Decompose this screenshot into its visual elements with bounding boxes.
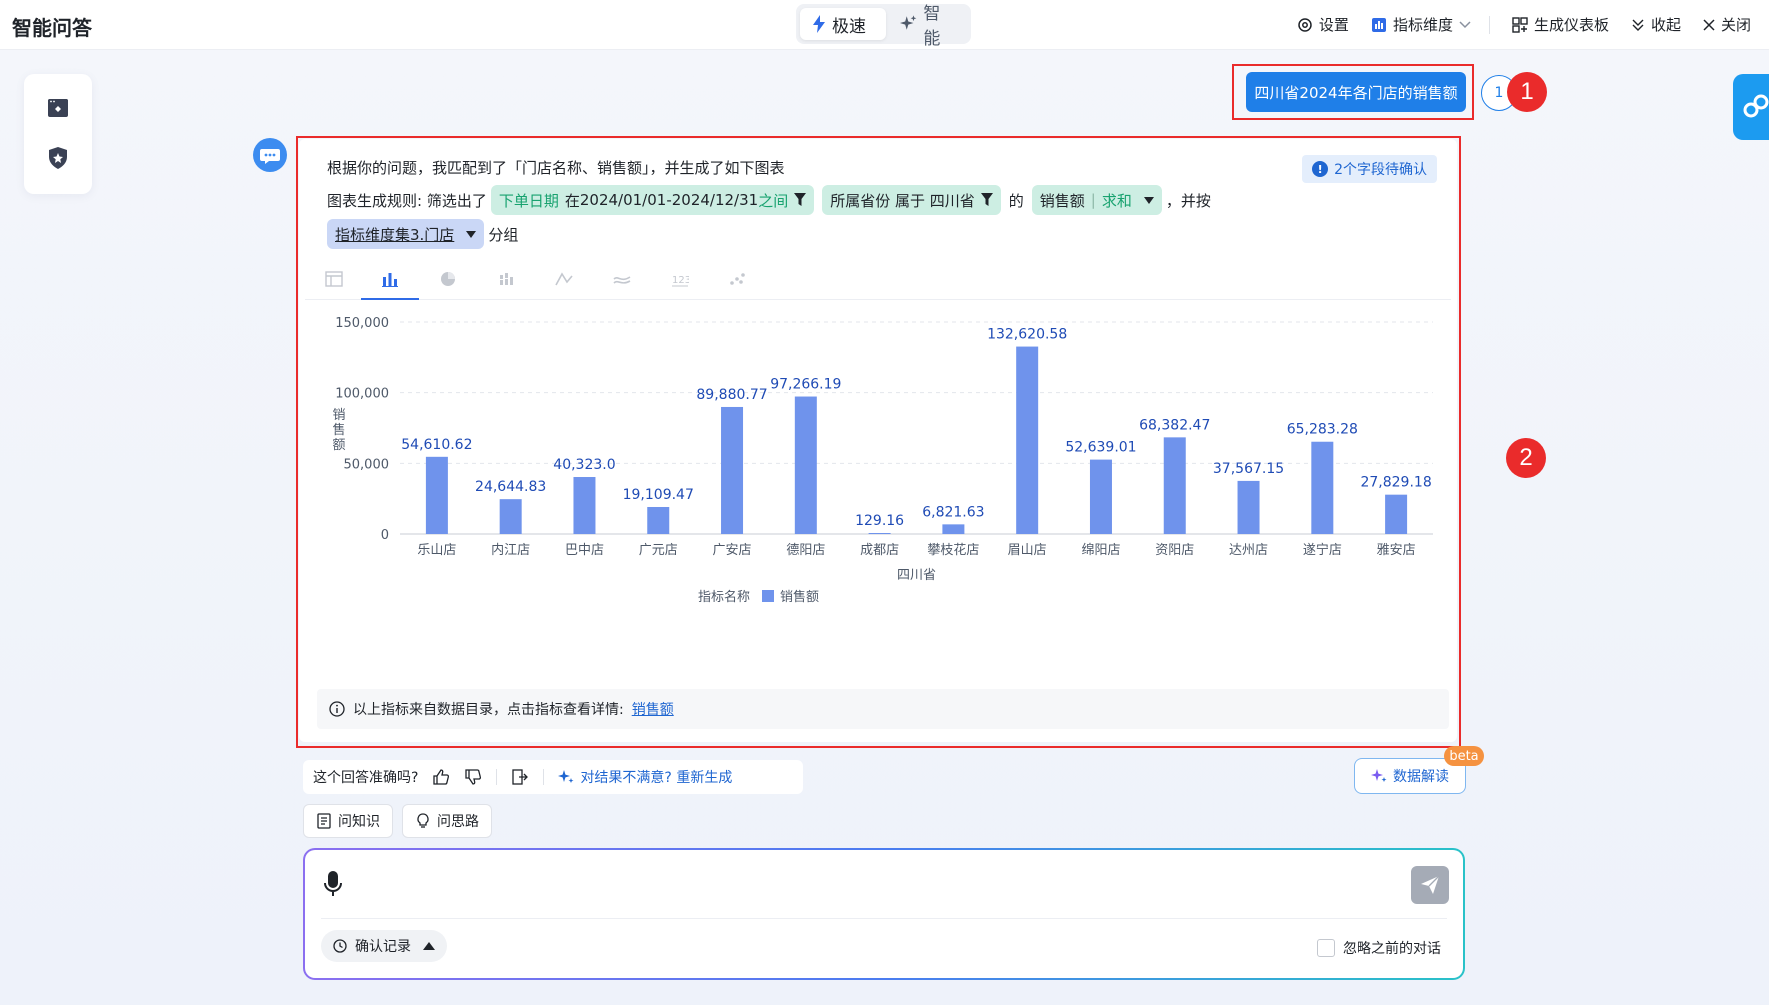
chevron-down-icon	[1459, 20, 1471, 28]
regenerate-button[interactable]: 对结果不满意? 重新生成	[558, 767, 732, 787]
confirm-record-button[interactable]: 确认记录	[321, 930, 447, 962]
annotation-badge-1: 1	[1507, 72, 1547, 112]
annotation-box-2	[296, 136, 1461, 748]
data-interpret-label: 数据解读	[1393, 769, 1449, 785]
mode-fast-button[interactable]: 极速	[800, 8, 886, 40]
sparkle-icon	[900, 15, 917, 30]
link-icon	[1743, 94, 1769, 118]
microphone-icon[interactable]	[323, 870, 343, 898]
ignore-previous-label: 忽略之前的对话	[1343, 941, 1441, 957]
top-actions: 设置 指标维度 生成仪表板 收起 关闭	[1275, 14, 1751, 35]
settings-label: 设置	[1318, 16, 1349, 34]
feedback-divider	[543, 769, 545, 785]
gear-icon	[1298, 17, 1312, 32]
caret-up-icon	[423, 942, 435, 950]
side-assistant-tab[interactable]	[1733, 74, 1769, 140]
sparkle-icon	[1371, 769, 1387, 782]
thumbs-down-icon[interactable]	[464, 768, 482, 786]
ignore-previous-checkbox[interactable]	[1317, 939, 1335, 957]
close-label: 关闭	[1720, 16, 1751, 34]
collapse-label: 收起	[1650, 16, 1681, 34]
question-input-inner[interactable]: 确认记录 忽略之前的对话	[305, 850, 1463, 978]
ignore-previous-toggle[interactable]: 忽略之前的对话	[1317, 938, 1441, 958]
clock-icon	[333, 939, 347, 953]
data-catalog-icon[interactable]	[46, 96, 70, 120]
favorites-shield-icon[interactable]	[46, 146, 70, 170]
lightbulb-icon	[417, 813, 429, 828]
bar-chart-icon	[1371, 17, 1386, 32]
app-title: 智能问答	[12, 16, 92, 40]
toolbar-divider	[1488, 15, 1490, 34]
ask-approach-label: 问思路	[437, 814, 479, 830]
generate-dashboard-button[interactable]: 生成仪表板	[1512, 14, 1609, 35]
annotation-box-1	[1232, 64, 1474, 120]
confirm-record-label: 确认记录	[355, 939, 411, 955]
left-tool-panel	[24, 74, 92, 194]
answer-feedback-bar: 这个回答准确吗? 对结果不满意? 重新生成	[303, 760, 803, 794]
lightning-icon	[813, 15, 825, 33]
ask-approach-button[interactable]: 问思路	[402, 804, 492, 838]
metric-dimension-label: 指标维度	[1392, 16, 1453, 34]
beta-badge: beta	[1444, 746, 1484, 766]
export-icon[interactable]	[511, 768, 529, 786]
feedback-question: 这个回答准确吗?	[313, 770, 419, 786]
dashboard-icon	[1512, 16, 1528, 33]
generate-dashboard-label: 生成仪表板	[1533, 16, 1609, 34]
feedback-divider	[496, 769, 498, 785]
mode-switch: 极速 智能	[796, 4, 971, 49]
mode-fast-label: 极速	[832, 16, 866, 37]
send-button[interactable]	[1411, 866, 1449, 904]
collapse-button[interactable]: 收起	[1631, 14, 1681, 35]
ask-knowledge-button[interactable]: 问知识	[303, 804, 393, 838]
question-input-box: 确认记录 忽略之前的对话	[303, 848, 1465, 980]
thumbs-up-icon[interactable]	[432, 768, 450, 786]
annotation-badge-2: 2	[1506, 438, 1546, 478]
chat-bot-icon	[260, 149, 280, 164]
input-divider	[321, 918, 1447, 919]
document-icon	[317, 813, 331, 829]
close-button[interactable]: 关闭	[1703, 14, 1751, 35]
top-bar: 智能问答 极速 智能 设置 指标维度 生成仪表板 收起 关闭	[0, 0, 1769, 50]
regenerate-label: 对结果不满意? 重新生成	[580, 770, 733, 786]
mode-smart-button[interactable]: 智能	[888, 4, 968, 49]
collapse-icon	[1632, 19, 1644, 31]
close-icon	[1703, 18, 1715, 31]
metric-dimension-dropdown[interactable]: 指标维度	[1371, 14, 1471, 35]
mode-smart-label: 智能	[923, 4, 941, 49]
send-icon	[1421, 875, 1440, 894]
sparkle-icon	[558, 770, 574, 783]
settings-button[interactable]: 设置	[1297, 14, 1349, 35]
ask-knowledge-label: 问知识	[338, 814, 380, 830]
assistant-avatar	[253, 138, 287, 172]
